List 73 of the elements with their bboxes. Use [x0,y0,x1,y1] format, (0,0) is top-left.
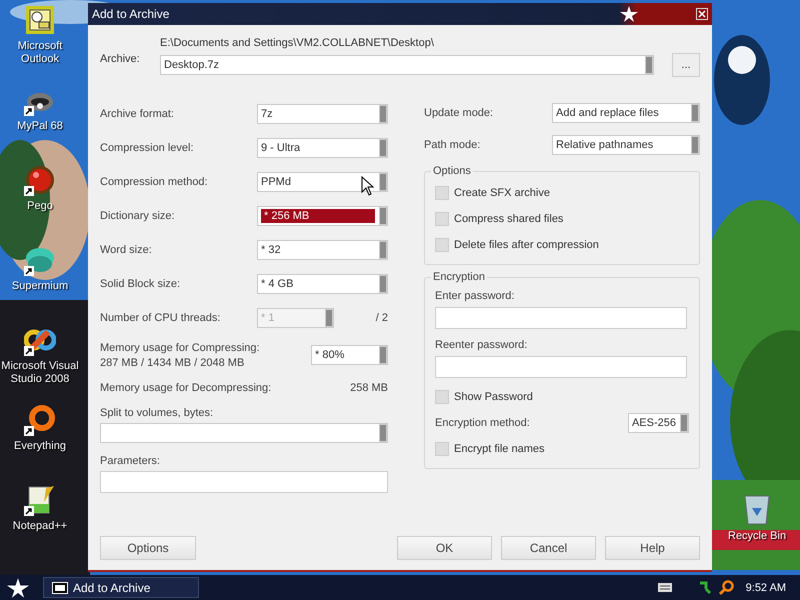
dropdown[interactable]: * 256 MB [257,206,388,226]
field-label: Path mode: [424,139,482,151]
icon-label[interactable]: Everything [14,440,66,453]
start-star-icon[interactable] [7,578,29,598]
field-label: Word size: [100,244,153,256]
window-title: Add to Archive [92,7,170,21]
field-label: Split to volumes, bytes: [100,407,214,419]
dropdown[interactable]: Relative pathnames [552,135,700,155]
checkbox-label: Delete files after compression [454,239,599,251]
field-label: Compression level: [100,142,195,154]
app-icon[interactable] [24,484,56,516]
icon-label[interactable]: MyPal 68 [17,120,63,133]
field-label: Parameters: [100,455,161,467]
field-label: Archive: [100,52,141,67]
field-label: Encryption method: [435,417,531,429]
archive-path: E:\Documents and Settings\VM2.COLLABNET\Desktop\ [160,37,435,51]
checkbox[interactable] [435,390,449,404]
password-field[interactable] [435,307,687,329]
memory-values: 287 MB / 1434 MB / 2048 MB [100,356,246,368]
dropdown[interactable]: Add and replace files [552,103,700,123]
taskbar-button[interactable]: Add to Archive [43,577,199,598]
dropdown[interactable]: * 32 [257,240,388,260]
dropdown[interactable]: PPMd [257,172,388,192]
icon-label[interactable]: Notepad++ [12,520,68,533]
dropdown[interactable]: * 4 GB [257,274,388,294]
checkbox[interactable] [435,238,449,252]
app-icon[interactable] [24,4,56,36]
cursor-icon [361,176,375,196]
field-label: Compression method: [100,176,209,188]
close-icon[interactable] [696,8,708,20]
field-label: Solid Block size: [100,278,182,290]
field-label: Archive format: [100,108,175,120]
memory-value: 258 MB [350,382,388,394]
keyboard-icon[interactable] [658,583,672,592]
parameters-field[interactable] [100,471,388,493]
dropdown[interactable]: * 80% [311,345,388,365]
dialog-button[interactable]: Cancel [501,536,596,560]
dropdown[interactable]: 9 - Ultra [257,138,388,158]
checkbox-label: Compress shared files [454,213,564,225]
thread-count: / 2 [374,312,388,324]
group-title: Options [431,165,473,177]
checkbox-label: Encrypt file names [454,443,544,455]
checkbox-label: Show Password [454,391,533,403]
field-label: Dictionary size: [100,210,176,222]
password-field[interactable] [435,356,687,378]
field-label: Reenter password: [435,339,528,351]
app-icon[interactable] [24,164,56,196]
archive-icon [52,582,68,594]
star-icon [620,6,638,22]
field-label: Memory usage for Decompressing: [100,382,272,394]
app-icon[interactable] [24,404,56,436]
checkbox-label: Create SFX archive [454,187,550,199]
dropdown[interactable]: AES-256 [628,413,689,433]
icon-label[interactable]: Supermium [12,280,68,293]
icon-label[interactable]: Microsoft Outlook [0,40,80,66]
field-label: Memory usage for Compressing: [100,342,261,354]
archive-combo[interactable]: Desktop.7z [160,55,654,75]
icon-label[interactable]: Microsoft Visual Studio 2008 [0,360,80,386]
dropdown[interactable]: 7z [257,104,388,124]
options-button[interactable]: Options [100,536,196,560]
clock: 9:52 AM [746,582,786,594]
field-label: Enter password: [435,290,516,302]
dialog-button[interactable]: OK [397,536,492,560]
field-label: Update mode: [424,107,494,119]
browse-button[interactable]: ... [672,53,700,77]
network-icon[interactable] [698,580,712,594]
search-icon[interactable] [718,580,734,596]
checkbox[interactable] [435,442,449,456]
checkbox[interactable] [435,186,449,200]
dialog-button[interactable]: Help [605,536,700,560]
field-label: Number of CPU threads: [100,312,222,324]
group-title: Encryption [431,271,487,283]
checkbox[interactable] [435,212,449,226]
